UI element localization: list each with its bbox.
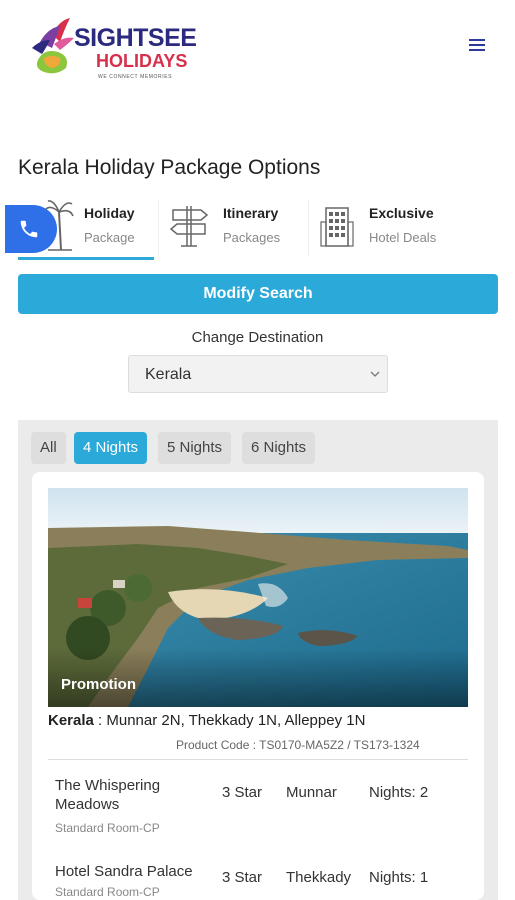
hotel-star-rating: 3 Star xyxy=(222,784,263,801)
package-type-tabs: Holiday Package Itinerary Packages Exclu… xyxy=(18,192,498,262)
filter-all[interactable]: All xyxy=(31,432,66,464)
hotel-city: Thekkady xyxy=(286,869,352,886)
chevron-down-icon xyxy=(370,371,380,377)
hotel-nights: Nights: 1 xyxy=(369,869,429,886)
change-destination-label: Change Destination xyxy=(191,329,324,346)
filter-5-nights[interactable]: 5 Nights xyxy=(158,432,232,464)
hotel-city: Munnar xyxy=(286,784,337,801)
call-button[interactable] xyxy=(5,205,57,253)
page-title: Kerala Holiday Package Options xyxy=(18,156,321,179)
sightsee-holidays-logo[interactable]: SIGHTSEE HOLIDAYS WE CONNECT MEMORIES xyxy=(30,12,200,82)
tab-exclusive-title: Exclusive xyxy=(369,205,434,221)
phone-icon xyxy=(20,220,38,238)
tab-holiday-subtitle: Package xyxy=(84,230,135,245)
package-photo[interactable] xyxy=(48,488,468,707)
destination-select-value: Kerala xyxy=(145,366,192,383)
active-tab-indicator xyxy=(18,257,154,260)
hotel-star-rating: 3 Star xyxy=(222,869,263,886)
logo-text-holidays: HOLIDAYS xyxy=(96,51,188,71)
hotel-name[interactable]: The Whispering Meadows xyxy=(55,776,205,814)
package-route-text: : Munnar 2N, Thekkady 1N, Alleppey 1N xyxy=(93,712,366,729)
room-type: Standard Room-CP xyxy=(55,885,160,899)
divider xyxy=(48,759,468,760)
package-route: Kerala : Munnar 2N, Thekkady 1N, Alleppe… xyxy=(48,712,365,729)
site-header: SIGHTSEE HOLIDAYS WE CONNECT MEMORIES xyxy=(0,0,515,100)
kerala-beach-image xyxy=(48,488,468,707)
logo-emblem-icon xyxy=(32,18,74,74)
tab-holiday-title: Holiday xyxy=(84,205,135,221)
filter-6-nights[interactable]: 6 Nights xyxy=(242,432,316,464)
tab-exclusive-hotel-deals[interactable]: Exclusive Hotel Deals xyxy=(314,192,460,262)
promotion-badge: Promotion xyxy=(61,676,136,693)
tab-itinerary-title: Itinerary xyxy=(223,205,279,221)
modify-search-button[interactable]: Modify Search xyxy=(18,274,498,314)
menu-bar-icon xyxy=(469,48,485,51)
room-type: Standard Room-CP xyxy=(55,821,160,835)
tab-itinerary-subtitle: Packages xyxy=(223,230,281,245)
tab-itinerary-packages[interactable]: Itinerary Packages xyxy=(163,192,303,262)
menu-bar-icon xyxy=(469,38,485,41)
menu-bar-icon xyxy=(469,43,485,46)
tab-exclusive-subtitle: Hotel Deals xyxy=(369,230,437,245)
filter-4-nights[interactable]: 4 Nights xyxy=(74,432,148,464)
hotel-name[interactable]: Hotel Sandra Palace xyxy=(55,862,215,881)
logo-text-sightsee: SIGHTSEE xyxy=(74,24,197,52)
tab-divider xyxy=(308,200,309,256)
logo-tagline: WE CONNECT MEMORIES xyxy=(98,74,173,80)
hamburger-menu-button[interactable] xyxy=(466,36,488,54)
destination-select[interactable]: Kerala xyxy=(128,355,388,393)
package-state: Kerala xyxy=(48,712,94,729)
product-code: Product Code : TS0170-MA5Z2 / TS173-1324 xyxy=(176,738,420,752)
building-icon xyxy=(320,207,354,247)
hotel-nights: Nights: 2 xyxy=(369,784,429,801)
tab-divider xyxy=(158,200,159,256)
signpost-icon xyxy=(169,206,209,247)
